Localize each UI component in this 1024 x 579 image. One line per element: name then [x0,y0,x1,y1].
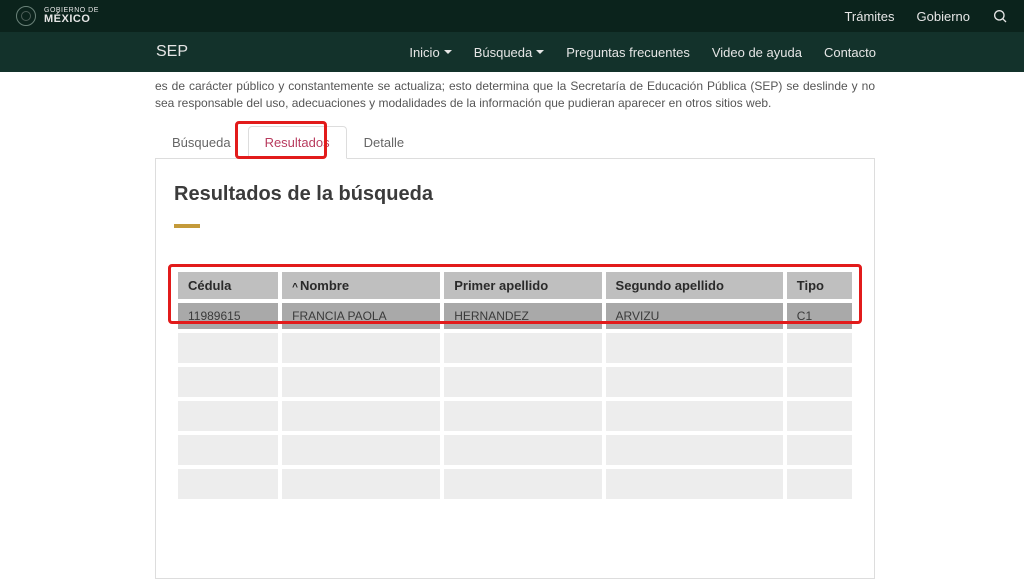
results-panel: Resultados de la búsqueda Cédula ^Nombre… [155,159,875,579]
nav-preguntas-frecuentes[interactable]: Preguntas frecuentes [566,45,690,60]
table-row-empty [178,333,852,363]
sep-brand: SEP [156,43,188,61]
table-row-empty [178,401,852,431]
tab-busqueda[interactable]: Búsqueda [155,126,248,159]
search-icon[interactable] [992,8,1008,24]
col-nombre[interactable]: ^Nombre [282,272,440,299]
gobierno-link[interactable]: Gobierno [917,9,970,24]
mexico-seal-icon [16,6,36,26]
caret-down-icon [536,50,544,54]
col-segundo-apellido[interactable]: Segundo apellido [606,272,783,299]
tab-detalle[interactable]: Detalle [347,126,421,159]
tabs: Búsqueda Resultados Detalle [155,125,875,159]
table-row[interactable]: 11989615 FRANCIA PAOLA HERNANDEZ ARVIZU … [178,303,852,329]
cell-primer-apellido: HERNANDEZ [444,303,601,329]
table-row-empty [178,435,852,465]
cell-tipo: C1 [787,303,852,329]
col-primer-apellido[interactable]: Primer apellido [444,272,601,299]
tramites-link[interactable]: Trámites [844,9,894,24]
table-row-empty [178,367,852,397]
nav-video-ayuda[interactable]: Video de ayuda [712,45,802,60]
results-table: Cédula ^Nombre Primer apellido Segundo a… [174,268,856,503]
nav-busqueda[interactable]: Búsqueda [474,45,545,60]
gov-topbar: GOBIERNO DE MÉXICO Trámites Gobierno [0,0,1024,32]
nav-inicio[interactable]: Inicio [409,45,451,60]
nav-contacto[interactable]: Contacto [824,45,876,60]
col-tipo[interactable]: Tipo [787,272,852,299]
results-title: Resultados de la búsqueda [174,183,856,206]
intro-text: es de carácter público y constantemente … [155,72,875,125]
cell-segundo-apellido: ARVIZU [606,303,783,329]
table-header-row: Cédula ^Nombre Primer apellido Segundo a… [178,272,852,299]
gov-logo-block: GOBIERNO DE MÉXICO [16,6,99,26]
accent-bar [174,224,200,228]
tab-resultados[interactable]: Resultados [248,126,347,159]
sep-navbar: SEP Inicio Búsqueda Preguntas frecuentes… [0,32,1024,72]
cell-cedula: 11989615 [178,303,278,329]
results-table-wrap: Cédula ^Nombre Primer apellido Segundo a… [174,268,856,503]
table-row-empty [178,469,852,499]
caret-down-icon [444,50,452,54]
cell-nombre: FRANCIA PAOLA [282,303,440,329]
sort-asc-icon: ^ [292,282,298,293]
col-cedula[interactable]: Cédula [178,272,278,299]
gov-line2: MÉXICO [44,14,99,26]
